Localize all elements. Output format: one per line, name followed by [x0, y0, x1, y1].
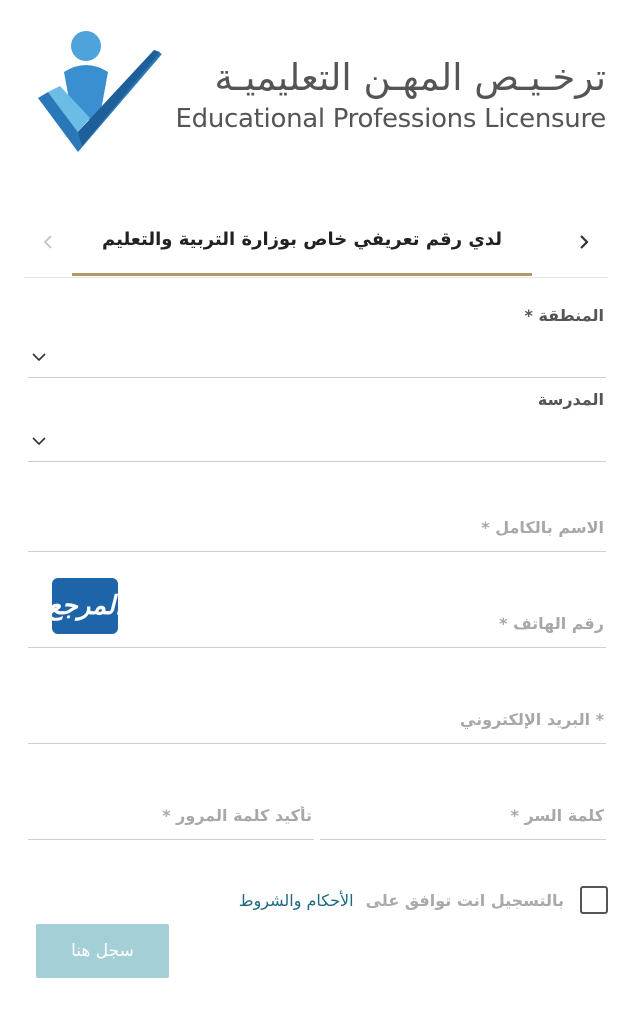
- phone-input[interactable]: [28, 600, 606, 647]
- confirm-password-input[interactable]: [28, 792, 314, 839]
- logo-title-arabic: ترخـيـص المهـن التعليميـة: [214, 56, 606, 99]
- school-select[interactable]: المدرسة: [28, 384, 606, 462]
- chevron-left-icon: [43, 235, 52, 249]
- email-field: [28, 696, 606, 744]
- confirm-password-field: [28, 792, 314, 840]
- terms-link[interactable]: الأحكام والشروط: [239, 891, 354, 910]
- tab-scroll-left-button[interactable]: [28, 222, 68, 262]
- terms-text: بالتسجيل انت توافق على: [365, 890, 564, 910]
- logo-title-english: Educational Professions Licensure: [175, 104, 607, 134]
- terms-checkbox[interactable]: [580, 886, 608, 914]
- phone-field: [28, 600, 606, 648]
- header: ترخـيـص المهـن التعليميـة Educational Pr…: [0, 0, 632, 170]
- registration-tabs: لدي رقم تعريفي خاص بوزارة التربية والتعل…: [24, 206, 608, 278]
- fullname-input[interactable]: [28, 504, 606, 551]
- fullname-field: [28, 504, 606, 552]
- email-input[interactable]: [28, 696, 606, 743]
- licensure-logo-icon: [38, 31, 162, 152]
- region-label: المنطقة *: [524, 306, 605, 325]
- tab-ministry-id-label: لدي رقم تعريفي خاص بوزارة التربية والتعل…: [102, 229, 502, 250]
- password-input[interactable]: [320, 792, 606, 839]
- chevron-right-icon: [580, 235, 589, 249]
- password-field: [320, 792, 606, 840]
- region-select[interactable]: المنطقة *: [28, 300, 606, 378]
- register-button[interactable]: سجل هنا: [36, 924, 169, 978]
- tab-ministry-id[interactable]: لدي رقم تعريفي خاص بوزارة التربية والتعل…: [72, 206, 532, 276]
- chevron-down-icon[interactable]: [28, 430, 50, 452]
- terms-row: بالتسجيل انت توافق على الأحكام والشروط: [239, 884, 608, 916]
- school-label: المدرسة: [537, 390, 604, 409]
- chevron-down-icon[interactable]: [28, 346, 50, 368]
- tab-scroll-right-button[interactable]: [564, 222, 604, 262]
